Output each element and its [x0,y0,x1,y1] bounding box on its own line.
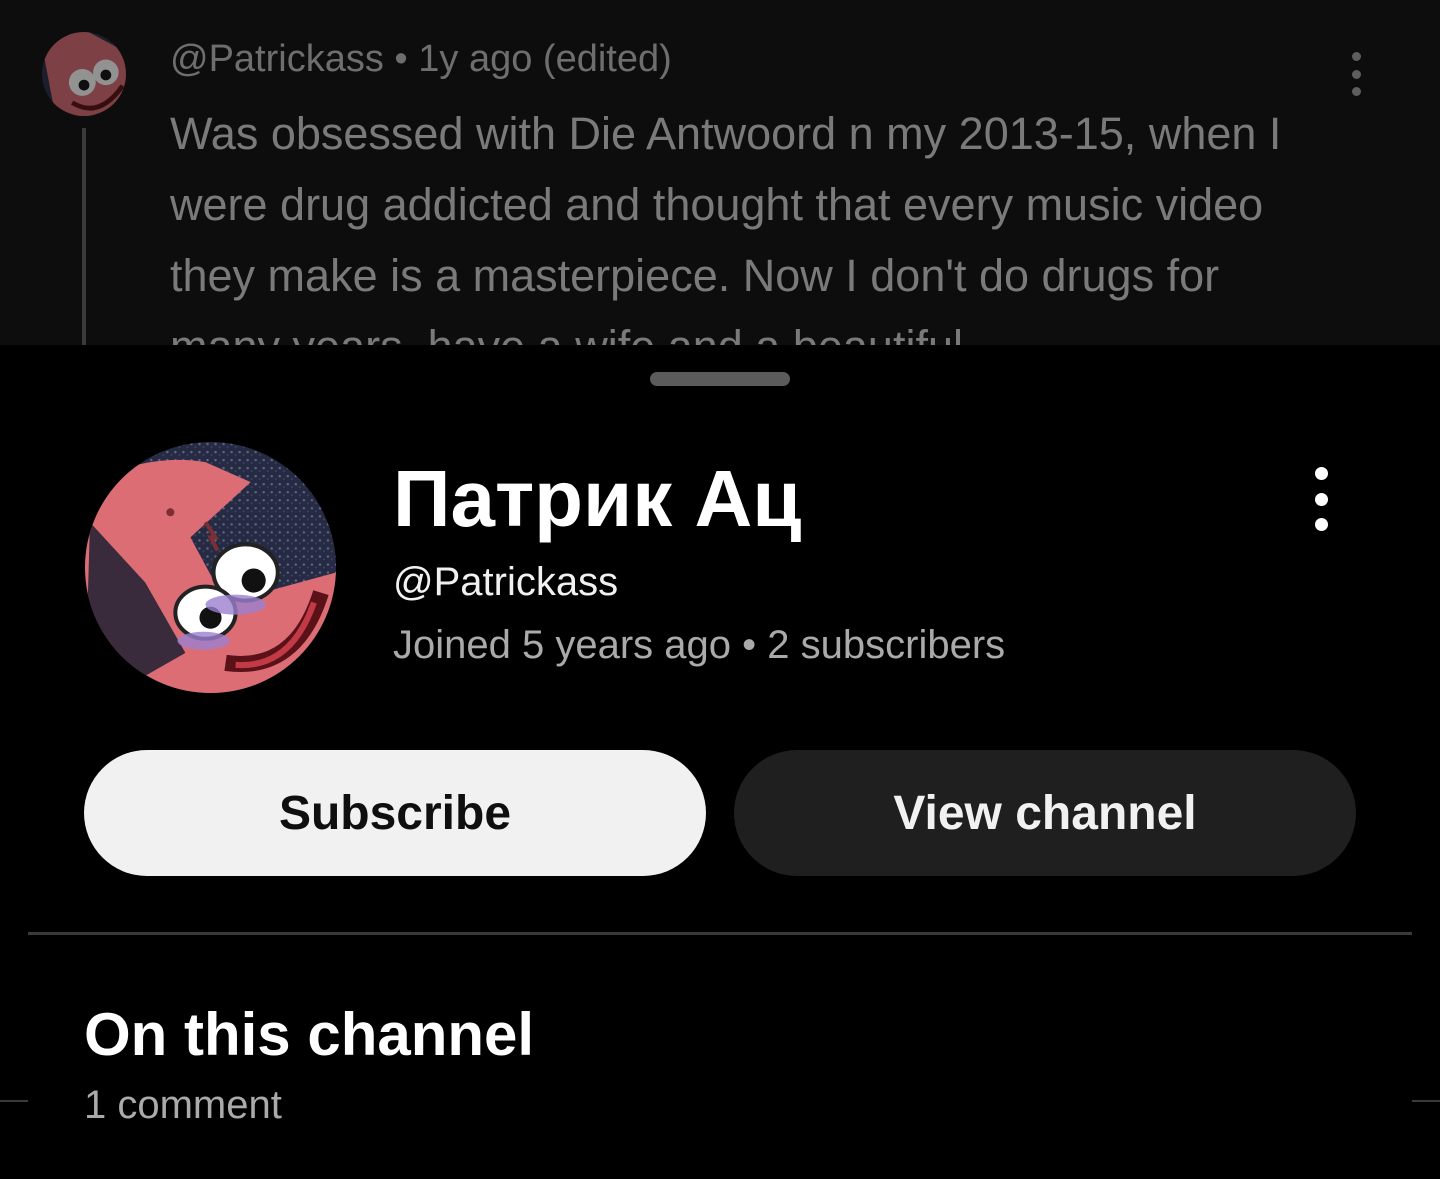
channel-subscribers: 2 subscribers [767,623,1006,667]
channel-joined: Joined 5 years ago [393,623,732,667]
comment-meta: @Patrickass • 1y ago (edited) [170,38,672,81]
comment-author-avatar[interactable] [42,32,126,116]
stats-separator: • [742,623,757,667]
channel-name: Патрик Ац [393,454,802,543]
comment-author-handle[interactable]: @Patrickass [170,38,384,80]
comment-text: Was obsessed with Die Antwoord n my 2013… [170,108,1282,345]
channel-avatar[interactable] [85,442,336,693]
subscribe-button[interactable]: Subscribe [84,750,706,876]
comment-more-icon[interactable] [1340,52,1372,96]
comment-time: 1y ago (edited) [418,38,672,80]
left-edge-divider [0,1100,28,1102]
section-divider [28,932,1412,935]
view-channel-button[interactable]: View channel [734,750,1356,876]
patrick-star-avatar-icon [85,442,336,693]
background-comment[interactable]: @Patrickass • 1y ago (edited) Was obsess… [0,0,1440,345]
patrick-star-avatar-icon [42,32,126,116]
more-options-icon[interactable] [1300,467,1342,531]
channel-stats: Joined 5 years ago • 2 subscribers [393,623,1005,668]
channel-handle: @Patrickass [393,560,619,604]
meta-separator: • [394,38,408,80]
channel-bottom-sheet: Патрик Ац @Patrickass Joined 5 years ago… [0,345,1440,1179]
sheet-drag-handle[interactable] [650,372,790,386]
on-this-channel-count[interactable]: 1 comment [84,1083,282,1128]
right-edge-divider [1412,1100,1440,1102]
reply-thread-line [82,128,86,345]
channel-info-sheet-screen: @Patrickass • 1y ago (edited) Was obsess… [0,0,1440,1179]
on-this-channel-title: On this channel [84,1001,535,1068]
